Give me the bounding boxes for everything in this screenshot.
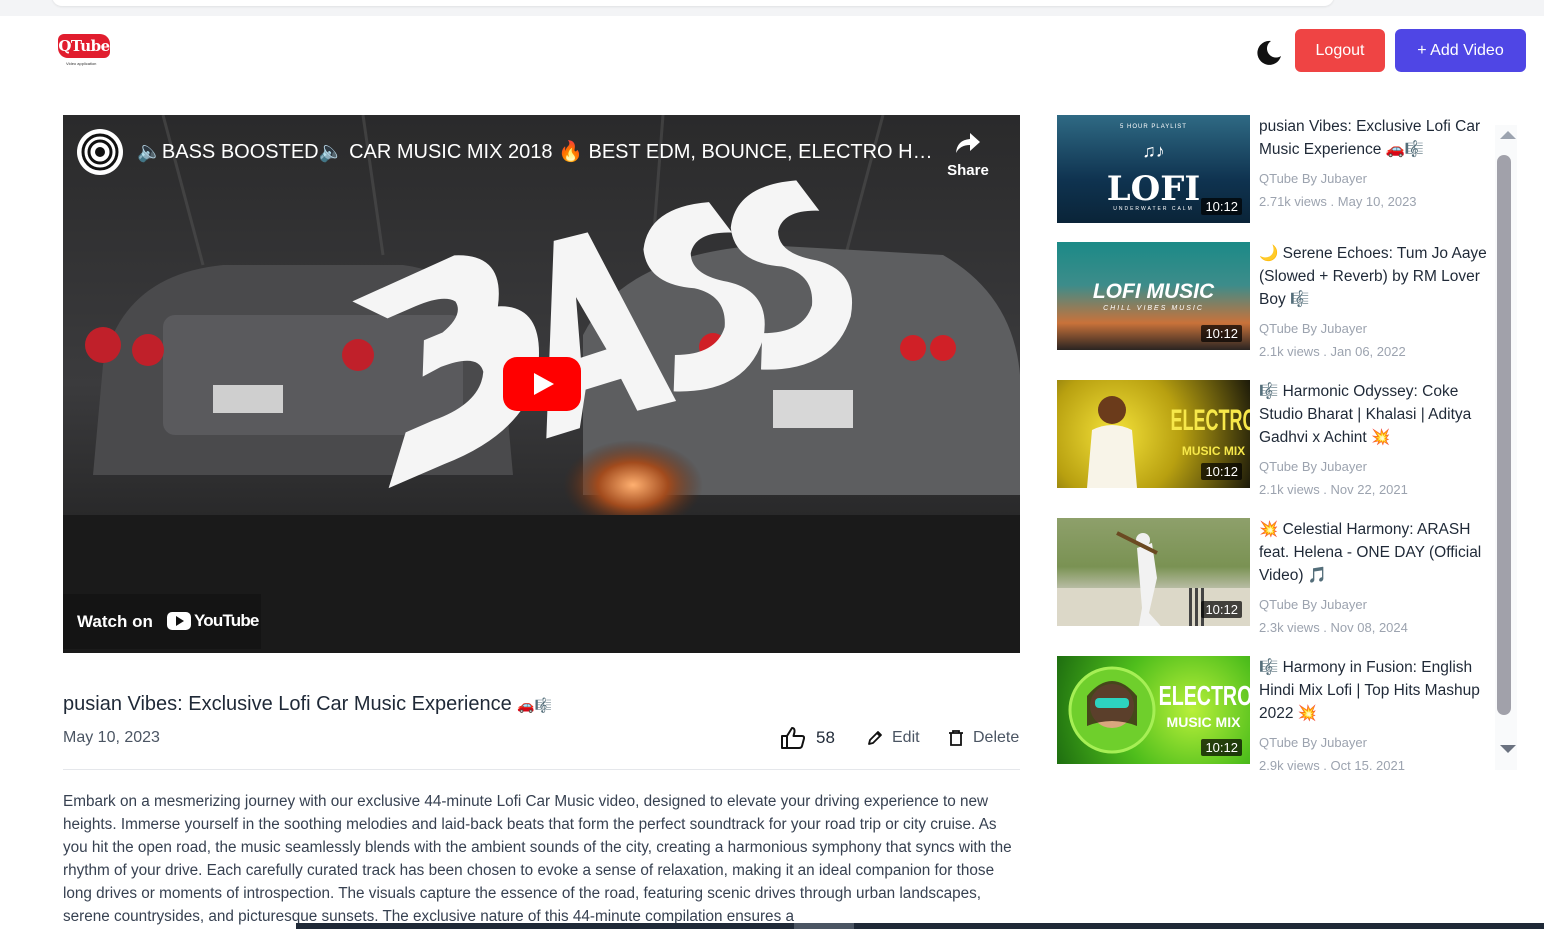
scrollbar-thumb[interactable] [1497, 155, 1511, 715]
qtube-logo[interactable]: QTube Video application [58, 34, 112, 68]
add-video-button[interactable]: + Add Video [1395, 29, 1526, 72]
youtube-play-icon [167, 612, 191, 630]
video-player[interactable]: 🔈BASS BOOSTED🔈 CAR MUSIC MIX 2018 🔥 BEST… [63, 115, 1020, 653]
duration-badge: 10:12 [1201, 198, 1242, 215]
card-channel[interactable]: QTube By Jubayer [1259, 735, 1367, 750]
video-thumbnail[interactable]: ELECTRO MUSIC MIX 10:12 [1057, 656, 1250, 764]
video-thumbnail[interactable]: 5 HOUR PLAYLIST ♫♪ LOFI UNDERWATER CALM … [1057, 115, 1250, 223]
card-channel[interactable]: QTube By Jubayer [1259, 171, 1367, 186]
related-videos-list: 5 HOUR PLAYLIST ♫♪ LOFI UNDERWATER CALM … [1057, 115, 1517, 770]
trash-icon [949, 730, 963, 746]
browser-top-strip [0, 0, 1544, 16]
watch-on-youtube-button[interactable]: Watch on YouTube [63, 594, 261, 649]
list-item[interactable]: 10:12 💥 Celestial Harmony: ARASH feat. H… [1057, 518, 1497, 653]
card-meta: 2.9k views . Oct 15, 2021 [1259, 758, 1405, 770]
thumb-main-text: ELECTRO [1170, 404, 1250, 437]
video-description: Embark on a mesmerizing journey with our… [63, 793, 1012, 925]
embedded-video-title[interactable]: 🔈BASS BOOSTED🔈 CAR MUSIC MIX 2018 🔥 BEST… [137, 139, 937, 164]
video-title-emojis: 🚗🎼 [517, 698, 553, 714]
card-meta: 2.3k views . Nov 08, 2024 [1259, 620, 1408, 635]
thumbs-up-icon [781, 727, 806, 749]
card-title[interactable]: 🎼 Harmony in Fusion: English Hindi Mix L… [1259, 656, 1495, 725]
bottom-scrollbar-thumb[interactable] [794, 923, 854, 929]
music-notes-icon: ♫♪ [1142, 141, 1165, 161]
thumb-sub-text: MUSIC MIX [1181, 444, 1246, 458]
sidebar-scrollbar[interactable] [1495, 125, 1517, 770]
video-thumbnail[interactable]: LOFI MUSIC CHILL VIBES MUSIC 10:12 [1057, 242, 1250, 350]
video-title: pusian Vibes: Exclusive Lofi Car Music E… [63, 693, 552, 716]
delete-label: Delete [973, 729, 1020, 746]
card-title[interactable]: 🎼 Harmonic Odyssey: Coke Studio Bharat |… [1259, 380, 1495, 449]
thumb-sub-text: CHILL VIBES MUSIC [1103, 305, 1204, 312]
duration-badge: 10:12 [1201, 325, 1242, 342]
channel-avatar[interactable] [77, 129, 123, 175]
pencil-icon [868, 731, 882, 745]
moon-icon[interactable] [1254, 38, 1284, 68]
duration-badge: 10:12 [1201, 601, 1242, 618]
scroll-down-arrow-icon[interactable] [1500, 745, 1516, 753]
thumb-sub-text: MUSIC MIX [1166, 714, 1241, 730]
delete-button[interactable]: Delete [947, 725, 1019, 751]
card-meta: 2.1k views . Jan 06, 2022 [1259, 344, 1406, 359]
share-icon [956, 133, 980, 153]
share-button[interactable]: Share [943, 131, 993, 179]
list-item[interactable]: ELECTRO MUSIC MIX 10:12 🎼 Harmonic Odyss… [1057, 380, 1497, 515]
card-channel[interactable]: QTube By Jubayer [1259, 321, 1367, 336]
card-channel[interactable]: QTube By Jubayer [1259, 459, 1367, 474]
share-label: Share [947, 162, 989, 179]
video-date: May 10, 2023 [63, 729, 160, 746]
video-thumbnail[interactable]: ELECTRO MUSIC MIX 10:12 [1057, 380, 1250, 488]
list-item[interactable]: ELECTRO MUSIC MIX 10:12 🎼 Harmony in Fus… [1057, 656, 1497, 770]
bottom-scrollbar[interactable] [296, 923, 1544, 929]
logo-badge: QTube [58, 34, 110, 58]
logout-button[interactable]: Logout [1295, 29, 1385, 72]
app-header: QTube Video application Logout + Add Vid… [0, 16, 1544, 86]
play-button[interactable] [503, 357, 581, 411]
video-title-text: pusian Vibes: Exclusive Lofi Car Music E… [63, 693, 512, 715]
youtube-wordmark: YouTube [194, 611, 259, 630]
address-bar[interactable] [52, 0, 1334, 6]
thumb-main-text: LOFI MUSIC [1092, 280, 1215, 303]
video-thumbnail[interactable]: 10:12 [1057, 518, 1250, 626]
card-meta: 2.1k views . Nov 22, 2021 [1259, 482, 1408, 497]
card-title[interactable]: pusian Vibes: Exclusive Lofi Car Music E… [1259, 115, 1495, 161]
divider [63, 769, 1020, 770]
thumb-top-text: 5 HOUR PLAYLIST [1120, 124, 1187, 130]
list-item[interactable]: 5 HOUR PLAYLIST ♫♪ LOFI UNDERWATER CALM … [1057, 115, 1497, 240]
card-meta: 2.71k views . May 10, 2023 [1259, 194, 1417, 209]
edit-label: Edit [892, 729, 920, 746]
card-title[interactable]: 💥 Celestial Harmony: ARASH feat. Helena … [1259, 518, 1495, 587]
duration-badge: 10:12 [1201, 739, 1242, 756]
duration-badge: 10:12 [1201, 463, 1242, 480]
card-title[interactable]: 🌙 Serene Echoes: Tum Jo Aaye (Slowed + R… [1259, 242, 1495, 311]
edit-button[interactable]: Edit [866, 725, 920, 751]
thumb-main-text: ELECTRO [1158, 680, 1250, 711]
watch-on-label: Watch on [77, 612, 153, 631]
list-item[interactable]: LOFI MUSIC CHILL VIBES MUSIC 10:12 🌙 Ser… [1057, 242, 1497, 377]
scroll-up-arrow-icon[interactable] [1500, 131, 1516, 139]
card-channel[interactable]: QTube By Jubayer [1259, 597, 1367, 612]
logo-subtitle: Video application [66, 61, 97, 66]
like-count: 58 [816, 728, 835, 747]
like-button[interactable]: 58 [780, 725, 835, 751]
